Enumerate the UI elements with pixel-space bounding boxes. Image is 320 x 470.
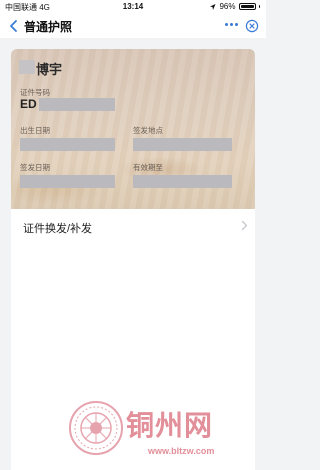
watermark-url: www.bltzw.com [148, 446, 215, 456]
issue-place-label: 签发地点 [133, 126, 163, 135]
expiry-date-redaction [133, 175, 232, 188]
passport-number-redaction [39, 98, 115, 111]
name-redaction [19, 60, 35, 74]
passport-number: ED [20, 97, 37, 111]
birth-date-redaction [20, 138, 115, 151]
back-icon[interactable] [7, 19, 21, 33]
location-icon [210, 3, 216, 10]
renew-replace-row[interactable]: 证件换发/补发 [11, 209, 255, 243]
expiry-date-label: 有效期至 [133, 163, 163, 172]
watermark: 铜州网 www.bltzw.com [68, 400, 264, 468]
passport-card[interactable]: 博宇 证件号码 ED 出生日期 签发地点 签发日期 有效期至 [11, 49, 255, 209]
holder-name: 博宇 [36, 62, 63, 77]
issue-date-label: 签发日期 [20, 163, 50, 172]
page-title: 普通护照 [24, 20, 73, 34]
birth-date-label: 出生日期 [20, 126, 50, 135]
battery-percent: 96% [219, 2, 236, 11]
close-icon[interactable] [245, 19, 259, 33]
watermark-title: 铜州网 [126, 409, 214, 442]
renew-replace-label: 证件换发/补发 [23, 223, 93, 235]
more-icon[interactable] [225, 23, 238, 26]
watermark-seal-icon [69, 401, 123, 455]
chevron-right-icon [241, 220, 248, 231]
status-icons: 96% [209, 2, 260, 11]
nav-bar: 普通护照 [0, 14, 266, 38]
status-bar: 中国联通 4G 13:14 96% [0, 0, 266, 14]
issue-place-redaction [133, 138, 232, 151]
battery-icon [238, 3, 256, 10]
issue-date-redaction [20, 175, 115, 188]
